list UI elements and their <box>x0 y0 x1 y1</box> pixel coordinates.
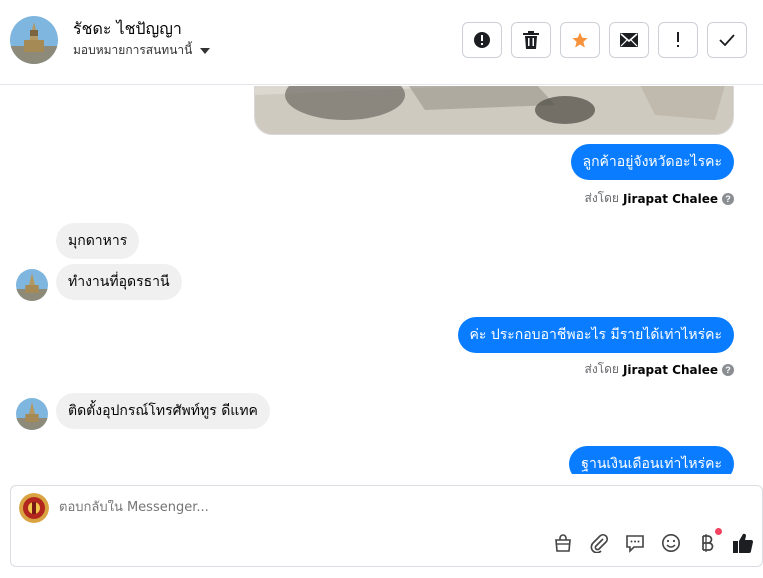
sent-by-name: Jirapat Chalee <box>622 191 718 206</box>
contact-avatar-small <box>16 269 48 301</box>
message-bubble-incoming[interactable]: มุกดาหาร <box>56 223 140 259</box>
mark-done-button[interactable] <box>707 22 747 58</box>
thumbs-up-icon[interactable] <box>732 532 754 554</box>
sent-by-label: ส่งโดย Jirapat Chalee ? <box>584 189 734 208</box>
shared-photo[interactable] <box>254 86 734 135</box>
saved-reply-icon[interactable] <box>624 532 646 554</box>
delete-button[interactable] <box>511 22 551 58</box>
message-bubble-outgoing[interactable]: ค่ะ ประกอบอาชีพอะไร มีรายได้เท่าไหร่คะ <box>457 317 734 353</box>
notification-dot <box>715 528 722 535</box>
sent-by-label: ส่งโดย Jirapat Chalee ? <box>584 360 734 379</box>
baht-payment-icon[interactable] <box>696 528 722 554</box>
exclamation-icon <box>677 32 679 47</box>
star-button[interactable] <box>560 22 600 58</box>
message-bubble-incoming[interactable]: ทำงานที่อุดรธานี <box>56 264 182 300</box>
composer-toolbar <box>552 528 754 554</box>
trash-icon <box>523 31 539 49</box>
sent-by-name: Jirapat Chalee <box>622 362 718 377</box>
message-bubble-incoming[interactable]: ติดตั้งอุปกรณ์โทรศัพท์ทูร ดีแทค <box>56 393 270 429</box>
follow-up-button[interactable] <box>658 22 698 58</box>
chevron-down-icon <box>200 47 211 54</box>
message-bubble-outgoing[interactable]: ฐานเงินเดือนเท่าไหร่คะ <box>569 446 734 474</box>
assign-label: มอบหมายการสนทนานี้ <box>73 43 193 57</box>
help-icon[interactable]: ? <box>722 192 734 205</box>
message-thread[interactable]: ลูกค้าอยู่จังหวัดอะไรคะ ส่งโดย Jirapat C… <box>0 86 763 474</box>
message-composer <box>10 485 763 567</box>
contact-avatar-small <box>16 398 48 430</box>
shopping-bag-icon[interactable] <box>552 532 574 554</box>
alert-circle-icon <box>474 32 490 48</box>
assign-conversation-dropdown[interactable]: มอบหมายการสนทนานี้ <box>73 41 211 60</box>
check-icon <box>719 34 735 46</box>
paperclip-icon[interactable] <box>588 532 610 554</box>
reply-input[interactable] <box>59 500 659 515</box>
mark-unread-button[interactable] <box>609 22 649 58</box>
spam-button[interactable] <box>462 22 502 58</box>
help-icon[interactable]: ? <box>722 363 734 376</box>
message-bubble-outgoing[interactable]: ลูกค้าอยู่จังหวัดอะไรคะ <box>570 144 734 180</box>
envelope-icon <box>620 33 638 47</box>
emoji-icon[interactable] <box>660 532 682 554</box>
conversation-toolbar <box>462 22 747 58</box>
contact-name[interactable]: รัชดะ ไชปัญญา <box>73 17 182 42</box>
page-avatar <box>19 493 49 523</box>
star-icon <box>572 32 588 48</box>
conversation-header: รัชดะ ไชปัญญา มอบหมายการสนทนานี้ <box>0 0 763 85</box>
sent-by-prefix: ส่งโดย <box>584 191 619 205</box>
contact-avatar[interactable] <box>10 16 58 64</box>
sent-by-prefix: ส่งโดย <box>584 362 619 376</box>
